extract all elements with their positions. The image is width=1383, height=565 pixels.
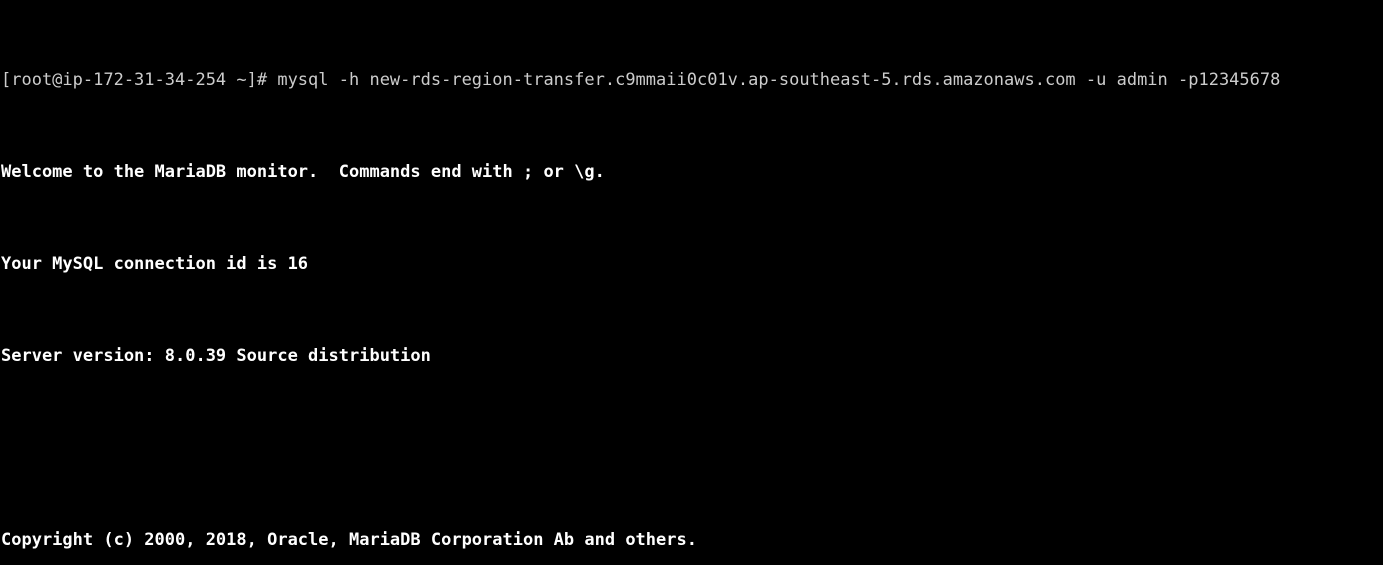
- shell-prompt-command-line: [root@ip-172-31-34-254 ~]# mysql -h new-…: [1, 70, 1281, 90]
- server-version-line: Server version: 8.0.39 Source distributi…: [1, 346, 431, 366]
- copyright-line: Copyright (c) 2000, 2018, Oracle, MariaD…: [1, 530, 697, 550]
- welcome-line: Welcome to the MariaDB monitor. Commands…: [1, 162, 605, 182]
- connection-id-line: Your MySQL connection id is 16: [1, 254, 309, 274]
- terminal-screen[interactable]: [root@ip-172-31-34-254 ~]# mysql -h new-…: [0, 0, 1383, 565]
